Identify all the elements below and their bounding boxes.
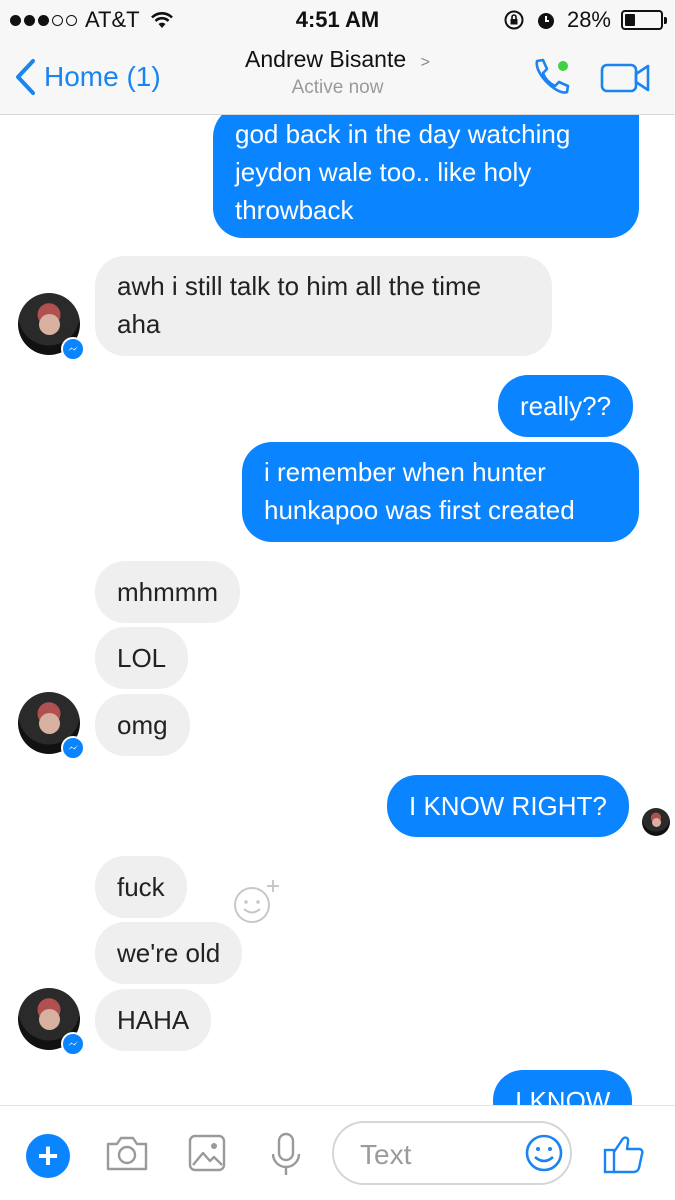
contact-chevron-icon: > — [420, 54, 430, 71]
phone-icon — [535, 58, 570, 94]
messenger-badge-icon — [61, 736, 85, 760]
message-bubble[interactable]: I KNOW — [493, 1070, 633, 1105]
message-thread[interactable]: god back in the day watching jeydon wale… — [0, 115, 675, 1105]
message-line: aha — [117, 309, 161, 339]
video-call-button[interactable] — [600, 60, 652, 96]
message-bubble[interactable]: fuck — [95, 856, 187, 918]
emoji-button[interactable] — [524, 1133, 564, 1178]
read-receipt-avatar — [642, 808, 670, 836]
conversation-header: Home (1) Andrew Bisante > Active now — [0, 40, 675, 115]
message-bubble[interactable]: I KNOW RIGHT? — [387, 775, 629, 837]
message-bubble[interactable]: i remember when hunter hunkapoo was firs… — [242, 442, 639, 542]
message-placeholder: Text — [360, 1139, 412, 1170]
like-button[interactable] — [602, 1132, 646, 1181]
add-reaction-icon — [234, 880, 279, 923]
message-line: throwback — [235, 195, 354, 225]
message-bubble[interactable]: omg — [95, 694, 190, 756]
messenger-badge-icon — [61, 337, 85, 361]
message-bubble[interactable]: really?? — [498, 375, 634, 437]
message-bubble[interactable]: HAHA — [95, 989, 212, 1051]
microphone-icon — [271, 1132, 301, 1175]
message-line: awh i still talk to him all the time — [117, 271, 482, 301]
message-bubble[interactable]: LOL — [95, 627, 189, 689]
video-camera-icon — [600, 63, 650, 93]
message-composer: + Text — [0, 1105, 675, 1200]
message-bubble[interactable]: awh i still talk to him all the time aha — [95, 256, 552, 356]
battery-icon — [621, 10, 667, 30]
status-icons: 28% — [503, 7, 667, 33]
message-line: jeydon wale too.. like holy — [235, 157, 532, 187]
message-line: i remember when hunter — [264, 457, 546, 487]
gallery-button[interactable] — [186, 1132, 228, 1179]
camera-icon — [106, 1136, 148, 1171]
message-input[interactable]: Text — [332, 1121, 572, 1185]
camera-button[interactable] — [104, 1132, 150, 1179]
messenger-badge-icon — [61, 1032, 85, 1056]
battery-percent: 28% — [566, 7, 611, 32]
status-bar: AT&T 4:51 AM 28% — [0, 0, 675, 40]
contact-name: Andrew Bisante — [245, 46, 407, 72]
message-bubble[interactable]: we're old — [95, 922, 243, 984]
thumbs-up-icon — [603, 1136, 644, 1174]
more-options-button[interactable]: + — [26, 1134, 70, 1178]
add-reaction-button[interactable] — [232, 877, 282, 927]
rotation-lock-icon — [504, 10, 524, 30]
gallery-icon — [188, 1134, 226, 1172]
call-button[interactable] — [528, 56, 574, 100]
voice-button[interactable] — [268, 1130, 304, 1183]
emoji-icon — [525, 1134, 563, 1172]
message-bubble[interactable]: mhmmm — [95, 561, 241, 623]
message-line: god back in the day watching — [235, 119, 571, 149]
message-bubble[interactable]: god back in the day watching jeydon wale… — [213, 115, 639, 238]
message-line: hunkapoo was first created — [264, 495, 575, 525]
alarm-icon — [537, 13, 554, 29]
